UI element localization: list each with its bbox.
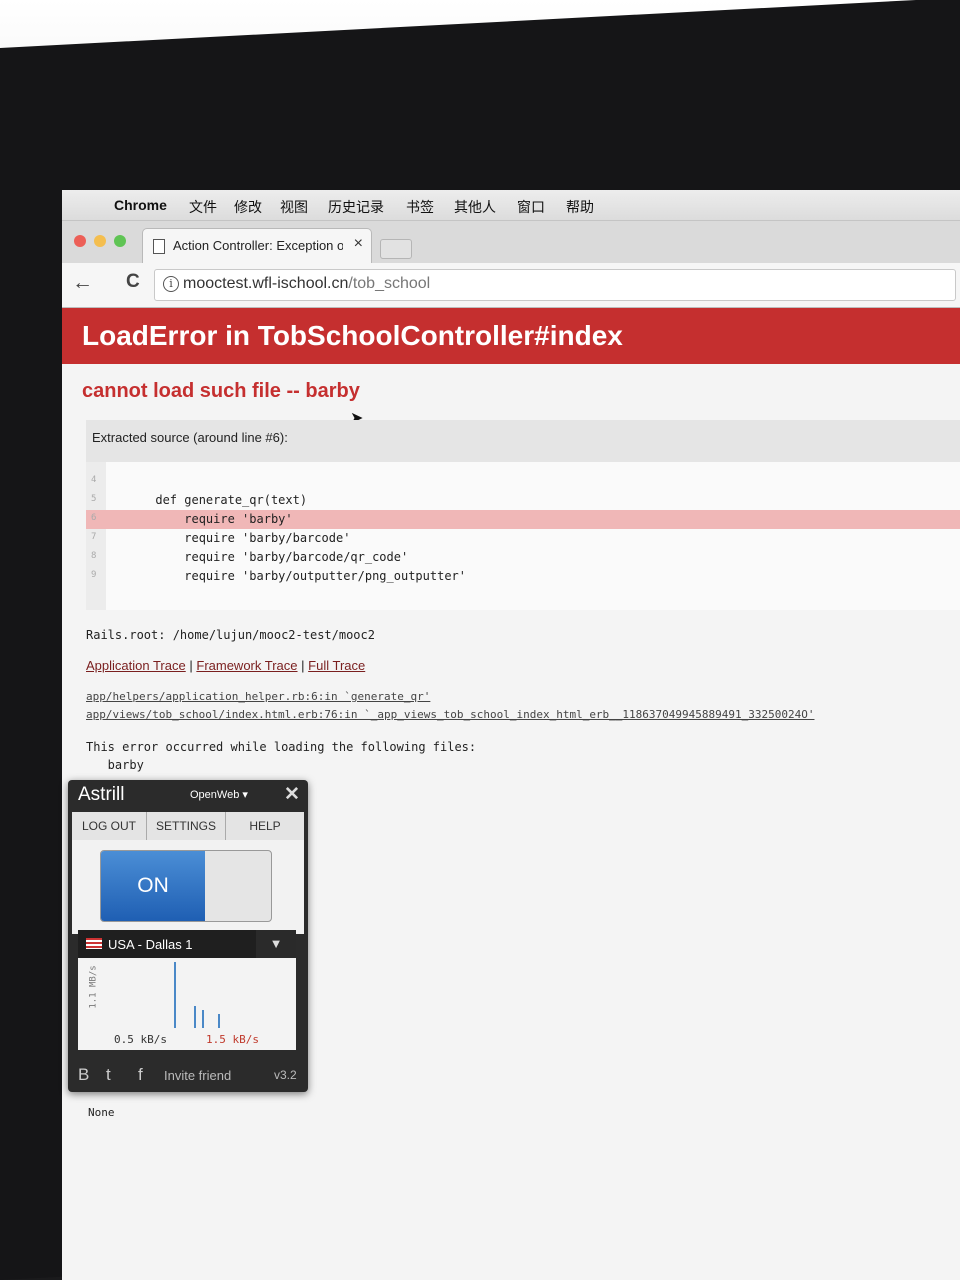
traffic-spike xyxy=(194,1006,196,1028)
twitter-icon[interactable]: t xyxy=(106,1065,111,1085)
trace-separator: | xyxy=(189,658,193,673)
code-line: 5 def generate_qr(text) xyxy=(86,491,960,510)
close-icon[interactable]: ✕ xyxy=(284,783,300,806)
line-text: require 'barby/barcode' xyxy=(112,531,351,545)
full-trace-link[interactable]: Full Trace xyxy=(308,658,365,673)
line-number: 5 xyxy=(91,494,97,504)
traffic-spike xyxy=(202,1010,204,1028)
vpn-toggle[interactable]: ON xyxy=(100,850,272,922)
close-window-button[interactable] xyxy=(74,235,86,247)
line-number: 4 xyxy=(91,475,97,485)
astrill-widget: Astrill OpenWeb ▾ ✕ LOG OUT SETTINGS HEL… xyxy=(68,780,308,1092)
trace-line[interactable]: app/helpers/application_helper.rb:6:in `… xyxy=(86,690,430,703)
tab-title: Action Controller: Exception o xyxy=(173,238,343,253)
loading-message: This error occurred while loading the fo… xyxy=(86,740,477,754)
menu-window[interactable]: 窗口 xyxy=(517,197,545,217)
browser-toolbar: ← C i mooctest.wfl-ischool.cn/tob_school xyxy=(62,263,960,308)
error-title: LoadError in TobSchoolController#index xyxy=(82,320,623,351)
menu-bookmarks[interactable]: 书签 xyxy=(406,197,434,217)
address-bar[interactable]: i mooctest.wfl-ischool.cn/tob_school xyxy=(154,269,956,301)
code-line: 4 xyxy=(86,472,960,491)
url-path: /tob_school xyxy=(348,275,431,292)
menu-edit[interactable]: 修改 xyxy=(234,197,262,217)
server-selector[interactable]: USA - Dallas 1 ▼ xyxy=(78,930,296,958)
url-host: mooctest.wfl-ischool.cn xyxy=(183,275,349,292)
info-icon[interactable]: i xyxy=(163,276,179,292)
page-icon xyxy=(153,239,165,254)
tab-strip: Action Controller: Exception o × xyxy=(62,221,960,264)
line-text: require 'barby/barcode/qr_code' xyxy=(112,550,409,564)
server-name: USA - Dallas 1 xyxy=(108,937,193,952)
tab-close-icon[interactable]: × xyxy=(354,235,363,253)
astrill-tabs: LOG OUT SETTINGS HELP xyxy=(72,812,304,840)
error-header: LoadError in TobSchoolController#index xyxy=(62,308,960,364)
source-heading: Extracted source (around line #6): xyxy=(92,430,288,445)
back-arrow-icon[interactable]: ← xyxy=(72,271,93,295)
traffic-spike xyxy=(174,962,176,1028)
line-number: 8 xyxy=(91,551,97,561)
menu-history[interactable]: 历史记录 xyxy=(328,197,384,217)
astrill-logo: Astrill xyxy=(78,784,125,805)
graph-y-label: 1.1 MB/s xyxy=(88,965,99,1009)
line-number: 9 xyxy=(91,570,97,580)
menu-file[interactable]: 文件 xyxy=(189,197,217,217)
traffic-graph: 1.1 MB/s 0.5 kB/s 1.5 kB/s xyxy=(78,958,296,1050)
line-text: def generate_qr(text) xyxy=(112,493,308,507)
reload-icon[interactable]: C xyxy=(126,271,140,293)
upload-speed: 1.5 kB/s xyxy=(206,1033,259,1046)
chevron-down-icon[interactable]: ▼ xyxy=(256,930,296,958)
code-block: 4 5 def generate_qr(text) 6 require 'bar… xyxy=(86,462,960,610)
toggle-on-label: ON xyxy=(101,851,205,921)
tab-action-controller[interactable]: Action Controller: Exception o × xyxy=(142,228,372,264)
invite-friend-link[interactable]: Invite friend xyxy=(164,1068,231,1083)
trace-separator: | xyxy=(301,658,305,673)
trace-links: Application Trace | Framework Trace | Fu… xyxy=(86,658,365,673)
line-text: require 'barby/outputter/png_outputter' xyxy=(112,569,467,583)
application-trace-link[interactable]: Application Trace xyxy=(86,658,186,673)
trace-line[interactable]: app/views/tob_school/index.html.erb:76:i… xyxy=(86,708,814,721)
screen: Chrome 文件 修改 视图 历史记录 书签 其他人 窗口 帮助 Action… xyxy=(62,190,960,1280)
menu-people[interactable]: 其他人 xyxy=(454,197,496,217)
error-message: cannot load such file -- barby xyxy=(82,380,360,402)
url-text[interactable]: mooctest.wfl-ischool.cn/tob_school xyxy=(183,275,430,293)
line-number: 7 xyxy=(91,532,97,542)
line-number: 6 xyxy=(91,513,97,523)
astrill-footer: B t f Invite friend v3.2 xyxy=(68,1058,308,1092)
code-line: 8 require 'barby/barcode/qr_code' xyxy=(86,548,960,567)
menu-bar: Chrome 文件 修改 视图 历史记录 书签 其他人 窗口 帮助 xyxy=(62,190,960,221)
code-line: 7 require 'barby/barcode' xyxy=(86,529,960,548)
rails-root: Rails.root: /home/lujun/mooc2-test/mooc2 xyxy=(86,628,375,642)
extracted-source: Extracted source (around line #6): 4 5 d… xyxy=(86,420,960,610)
us-flag-icon xyxy=(86,938,102,949)
logout-button[interactable]: LOG OUT xyxy=(72,812,147,840)
minimize-window-button[interactable] xyxy=(94,235,106,247)
framework-trace-link[interactable]: Framework Trace xyxy=(196,658,297,673)
traffic-spike xyxy=(218,1014,220,1028)
zoom-window-button[interactable] xyxy=(114,235,126,247)
astrill-body: ON xyxy=(72,840,304,934)
code-line: 9 require 'barby/outputter/png_outputter… xyxy=(86,567,960,586)
settings-button[interactable]: SETTINGS xyxy=(147,812,226,840)
new-tab-button[interactable] xyxy=(380,239,412,259)
blogger-icon[interactable]: B xyxy=(78,1065,89,1085)
loading-file: barby xyxy=(86,758,144,772)
download-speed: 0.5 kB/s xyxy=(114,1033,167,1046)
version-label: v3.2 xyxy=(274,1068,297,1082)
menu-view[interactable]: 视图 xyxy=(280,197,308,217)
line-text: require 'barby' xyxy=(112,512,293,526)
menu-app-name[interactable]: Chrome xyxy=(114,197,167,213)
menu-help[interactable]: 帮助 xyxy=(566,197,594,217)
none-text: None xyxy=(88,1106,115,1119)
help-button[interactable]: HELP xyxy=(226,812,304,840)
openweb-dropdown[interactable]: OpenWeb ▾ xyxy=(190,788,248,801)
code-line-highlighted: 6 require 'barby' xyxy=(86,510,960,529)
facebook-icon[interactable]: f xyxy=(138,1065,143,1085)
